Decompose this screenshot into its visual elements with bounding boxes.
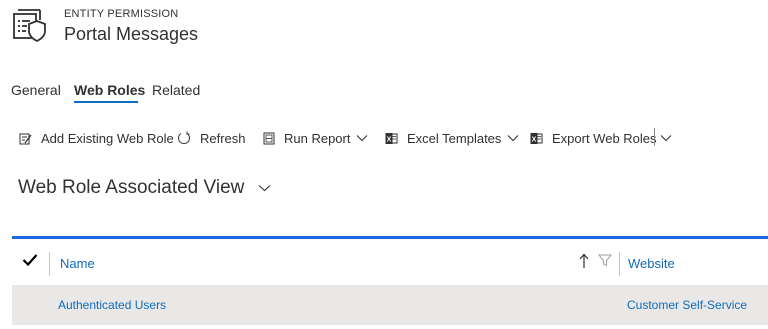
entity-permission-icon xyxy=(13,9,46,42)
select-all-checkmark-icon[interactable] xyxy=(22,253,38,267)
chevron-down-icon xyxy=(357,135,368,142)
add-existing-web-role-label: Add Existing Web Role xyxy=(41,130,174,146)
column-divider[interactable] xyxy=(619,252,620,276)
column-header-name[interactable]: Name xyxy=(60,256,95,271)
excel-templates-button[interactable]: X Excel Templates xyxy=(385,128,528,148)
excel-templates-label: Excel Templates xyxy=(407,130,502,146)
view-selector[interactable]: Web Role Associated View xyxy=(18,177,271,199)
excel-icon: X xyxy=(385,132,398,144)
svg-text:X: X xyxy=(532,136,537,143)
refresh-icon xyxy=(178,131,190,145)
run-report-button[interactable]: Run Report xyxy=(263,128,377,148)
active-tab-indicator xyxy=(74,101,138,103)
report-icon xyxy=(263,132,275,144)
refresh-button[interactable]: Refresh xyxy=(177,128,246,148)
toolbar-divider xyxy=(654,128,655,146)
more-commands-button[interactable] xyxy=(660,128,681,148)
record-title: Portal Messages xyxy=(64,24,199,44)
chevron-down-icon xyxy=(508,135,519,142)
tab-web-roles[interactable]: Web Roles xyxy=(74,82,145,98)
tab-related[interactable]: Related xyxy=(152,82,200,98)
export-web-roles-button[interactable]: X Export Web Roles xyxy=(530,128,657,148)
sort-ascending-icon[interactable] xyxy=(579,253,589,269)
column-divider[interactable] xyxy=(49,252,50,276)
export-web-roles-label: Export Web Roles xyxy=(552,130,657,146)
entity-type-label: ENTITY PERMISSION xyxy=(64,8,179,20)
cell-website-link[interactable]: Customer Self-Service xyxy=(627,298,747,312)
refresh-label: Refresh xyxy=(200,130,246,146)
filter-icon[interactable] xyxy=(598,253,612,267)
cell-name-link[interactable]: Authenticated Users xyxy=(58,298,166,312)
chevron-down-icon xyxy=(660,135,672,142)
column-header-website[interactable]: Website xyxy=(628,256,675,271)
excel-export-icon: X xyxy=(530,132,543,144)
add-existing-icon xyxy=(19,133,32,144)
chevron-down-icon xyxy=(259,185,271,192)
svg-text:X: X xyxy=(387,136,392,143)
tab-general[interactable]: General xyxy=(11,82,61,98)
view-title: Web Role Associated View xyxy=(18,177,245,198)
run-report-label: Run Report xyxy=(284,130,351,146)
add-existing-web-role-button[interactable]: Add Existing Web Role xyxy=(19,128,174,148)
